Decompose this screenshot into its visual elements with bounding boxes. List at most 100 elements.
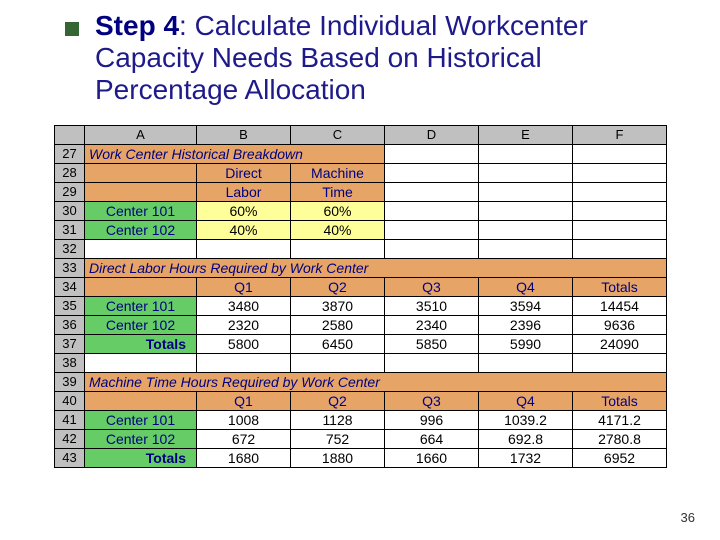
cell-value: 996	[385, 410, 479, 429]
row-num: 41	[55, 410, 85, 429]
cell-value: 6450	[291, 334, 385, 353]
section1-sub-b2: Labor	[197, 182, 291, 201]
cell-value: 2340	[385, 315, 479, 334]
cell	[85, 163, 197, 182]
row-37: 37 Totals 5800 6450 5850 5990 24090	[55, 334, 667, 353]
cell	[479, 353, 573, 372]
col-header-d: D	[385, 125, 479, 144]
row-38: 38	[55, 353, 667, 372]
cell-value: 752	[291, 429, 385, 448]
corner-cell	[55, 125, 85, 144]
col-header-a: A	[85, 125, 197, 144]
q-header: Q3	[385, 277, 479, 296]
cell	[385, 144, 479, 163]
section1-sub-c: Machine	[291, 163, 385, 182]
cell	[573, 163, 667, 182]
cell-value: 2780.8	[573, 429, 667, 448]
cell	[85, 182, 197, 201]
section1-sub-c2: Time	[291, 182, 385, 201]
cell	[573, 201, 667, 220]
cell	[385, 239, 479, 258]
cell-value: 672	[197, 429, 291, 448]
center-label: Center 102	[85, 429, 197, 448]
row-num: 42	[55, 429, 85, 448]
cell-value: 9636	[573, 315, 667, 334]
cell-value: 3510	[385, 296, 479, 315]
cell-value: 3480	[197, 296, 291, 315]
cell-value: 40%	[291, 220, 385, 239]
cell-value: 5990	[479, 334, 573, 353]
cell	[479, 201, 573, 220]
cell-value: 664	[385, 429, 479, 448]
row-43: 43 Totals 1680 1880 1660 1732 6952	[55, 448, 667, 467]
cell	[85, 239, 197, 258]
col-header-c: C	[291, 125, 385, 144]
row-35: 35 Center 101 3480 3870 3510 3594 14454	[55, 296, 667, 315]
row-42: 42 Center 102 672 752 664 692.8 2780.8	[55, 429, 667, 448]
row-num: 32	[55, 239, 85, 258]
cell	[573, 239, 667, 258]
cell-value: 2580	[291, 315, 385, 334]
step-label: Step 4	[95, 10, 179, 41]
col-header-f: F	[573, 125, 667, 144]
cell	[385, 163, 479, 182]
row-num: 40	[55, 391, 85, 410]
cell-value: 1008	[197, 410, 291, 429]
cell	[385, 182, 479, 201]
center-label: Center 101	[85, 296, 197, 315]
cell	[573, 182, 667, 201]
cell	[573, 220, 667, 239]
cell-value: 3594	[479, 296, 573, 315]
cell	[197, 239, 291, 258]
page-number: 36	[681, 510, 695, 525]
row-32: 32	[55, 239, 667, 258]
q-header: Q1	[197, 277, 291, 296]
row-num: 28	[55, 163, 85, 182]
cell-value: 4171.2	[573, 410, 667, 429]
row-num: 35	[55, 296, 85, 315]
row-27: 27 Work Center Historical Breakdown	[55, 144, 667, 163]
slide-title-block: Step 4: Calculate Individual Workcenter …	[70, 10, 690, 107]
row-num: 34	[55, 277, 85, 296]
cell	[385, 353, 479, 372]
cell-value: 24090	[573, 334, 667, 353]
cell-value: 1039.2	[479, 410, 573, 429]
cell-value: 60%	[197, 201, 291, 220]
cell-value: 1880	[291, 448, 385, 467]
q-header: Q4	[479, 277, 573, 296]
cell-value: 1680	[197, 448, 291, 467]
totals-header: Totals	[573, 391, 667, 410]
cell-value: 692.8	[479, 429, 573, 448]
q-header: Q2	[291, 391, 385, 410]
cell	[197, 353, 291, 372]
row-num: 27	[55, 144, 85, 163]
totals-label: Totals	[85, 448, 197, 467]
cell	[291, 239, 385, 258]
row-33: 33 Direct Labor Hours Required by Work C…	[55, 258, 667, 277]
column-header-row: A B C D E F	[55, 125, 667, 144]
cell-value: 6952	[573, 448, 667, 467]
totals-label: Totals	[85, 334, 197, 353]
cell	[291, 353, 385, 372]
row-34: 34 Q1 Q2 Q3 Q4 Totals	[55, 277, 667, 296]
row-num: 33	[55, 258, 85, 277]
cell-value: 14454	[573, 296, 667, 315]
cell-value: 3870	[291, 296, 385, 315]
row-num: 31	[55, 220, 85, 239]
row-num: 36	[55, 315, 85, 334]
cell-value: 40%	[197, 220, 291, 239]
totals-header: Totals	[573, 277, 667, 296]
col-header-e: E	[479, 125, 573, 144]
cell-value: 5850	[385, 334, 479, 353]
cell	[573, 353, 667, 372]
q-header: Q4	[479, 391, 573, 410]
slide-title: Step 4: Calculate Individual Workcenter …	[95, 10, 690, 107]
section2-title: Direct Labor Hours Required by Work Cent…	[85, 258, 667, 277]
cell-value: 1128	[291, 410, 385, 429]
cell-value: 1660	[385, 448, 479, 467]
cell	[479, 182, 573, 201]
col-header-b: B	[197, 125, 291, 144]
q-header: Q2	[291, 277, 385, 296]
cell	[479, 220, 573, 239]
bullet-square-icon	[65, 22, 79, 36]
